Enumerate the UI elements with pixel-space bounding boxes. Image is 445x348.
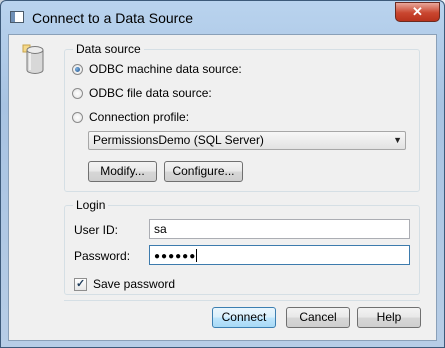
connect-button[interactable]: Connect [212, 307, 276, 328]
save-password-checkbox[interactable]: ✓ [74, 278, 87, 291]
radio-button-checked[interactable] [72, 63, 83, 75]
connection-profile-select[interactable]: PermissionsDemo (SQL Server) ▼ [88, 131, 406, 150]
window-icon [10, 11, 24, 23]
radio-connection-profile[interactable]: Connection profile: [72, 109, 189, 125]
radio-odbc-machine[interactable]: ODBC machine data source: [72, 61, 242, 77]
radio-label: ODBC file data source: [89, 86, 212, 100]
connect-dialog: Connect to a Data Source ✕ Data source O… [0, 0, 445, 348]
user-id-input[interactable]: sa [149, 219, 410, 239]
close-icon: ✕ [412, 4, 423, 19]
radio-odbc-file[interactable]: ODBC file data source: [72, 85, 212, 101]
chevron-down-icon: ▼ [393, 135, 402, 145]
separator [64, 300, 420, 301]
password-input[interactable]: ●●●●●● [149, 245, 410, 265]
configure-button[interactable]: Configure... [164, 161, 243, 182]
save-password-label: Save password [93, 277, 176, 291]
text-caret [196, 249, 198, 263]
title-bar[interactable]: Connect to a Data Source ✕ [1, 1, 444, 35]
password-label: Password: [74, 249, 131, 263]
radio-button[interactable] [72, 87, 83, 99]
radio-label: ODBC machine data source: [89, 62, 242, 76]
login-group: Login User ID: sa Password: ●●●●●● ✓ Sav… [64, 198, 420, 295]
data-source-group: Data source ODBC machine data source: OD… [64, 42, 420, 192]
select-value: PermissionsDemo (SQL Server) [93, 133, 264, 147]
data-source-legend: Data source [73, 42, 144, 56]
dialog-body: Data source ODBC machine data source: OD… [8, 34, 437, 341]
help-button[interactable]: Help [357, 307, 421, 328]
modify-button[interactable]: Modify... [88, 161, 157, 182]
login-legend: Login [73, 198, 109, 212]
user-id-label: User ID: [74, 223, 119, 237]
radio-label: Connection profile: [89, 110, 190, 124]
user-id-value: sa [154, 222, 167, 236]
check-icon: ✓ [76, 278, 86, 290]
cancel-button[interactable]: Cancel [286, 307, 350, 328]
dialog-title: Connect to a Data Source [32, 10, 194, 26]
password-value: ●●●●●● [154, 251, 197, 262]
radio-button[interactable] [72, 111, 83, 123]
database-icon [22, 44, 44, 74]
close-button[interactable]: ✕ [395, 2, 440, 22]
